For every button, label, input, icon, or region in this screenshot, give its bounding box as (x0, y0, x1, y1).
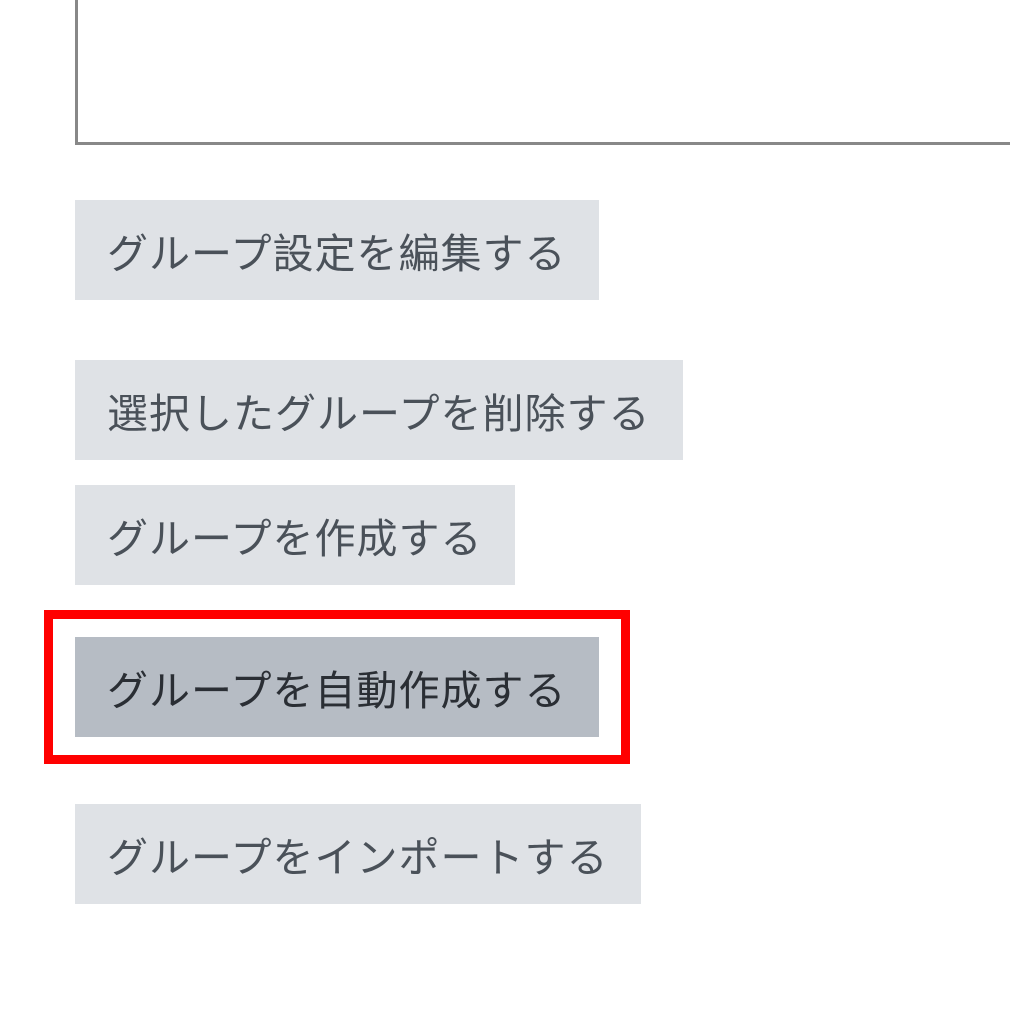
delete-selected-groups-button[interactable]: 選択したグループを削除する (75, 360, 683, 460)
highlighted-action: グループを自動作成する (44, 610, 630, 764)
group-actions-panel: グループ設定を編集する 選択したグループを削除する グループを作成する グループ… (75, 200, 683, 904)
content-panel (75, 0, 1010, 145)
auto-create-group-button[interactable]: グループを自動作成する (75, 637, 599, 737)
edit-group-settings-button[interactable]: グループ設定を編集する (75, 200, 599, 300)
create-group-button[interactable]: グループを作成する (75, 485, 515, 585)
import-group-button[interactable]: グループをインポートする (75, 804, 641, 904)
